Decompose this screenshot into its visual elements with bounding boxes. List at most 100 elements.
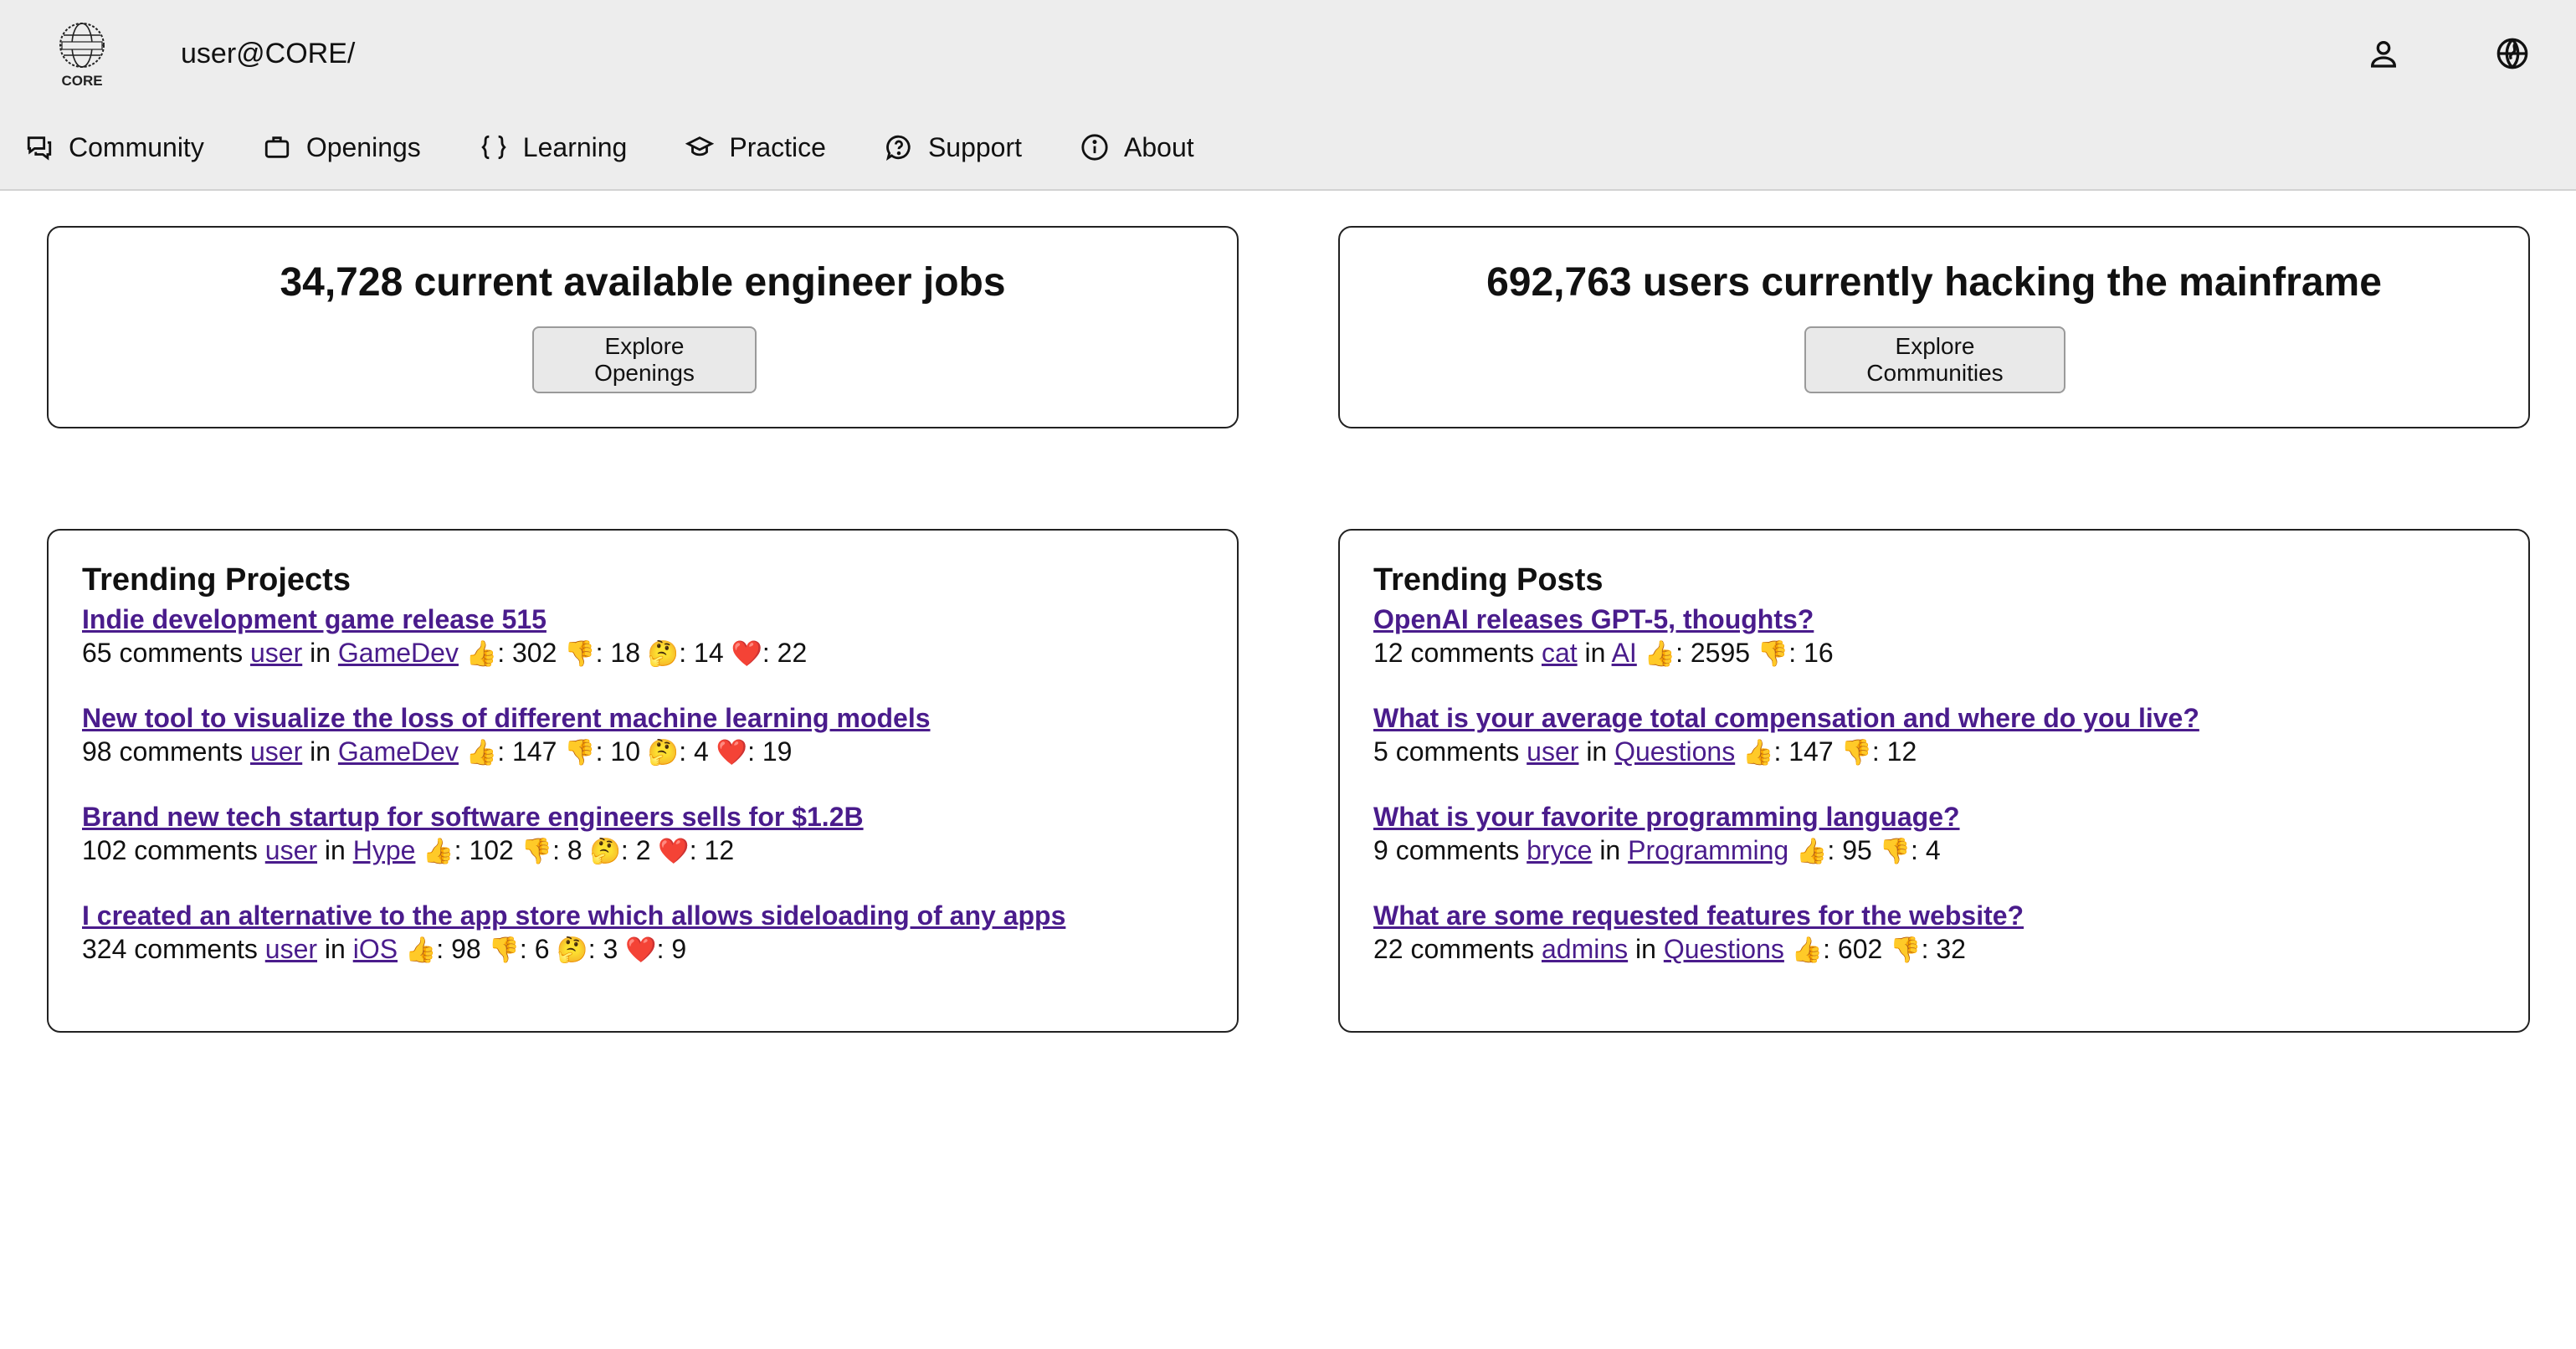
down-count: 6 (534, 934, 550, 964)
author-link[interactable]: cat (1542, 638, 1578, 668)
comment-count: 324 comments (82, 934, 258, 964)
users-count-title: 692,763 users currently hacking the main… (1486, 260, 2382, 305)
thumbs-down-icon: 👎 (1890, 936, 1922, 965)
thumbs-down-icon: 👎 (564, 639, 596, 669)
thumbs-up-icon: 👍 (404, 936, 437, 965)
in-text: in (310, 736, 331, 767)
author-link[interactable]: user (1527, 736, 1578, 767)
community-link[interactable]: iOS (353, 934, 398, 964)
up-count: 2595 (1690, 638, 1751, 668)
jobs-card: 34,728 current available engineer jobs E… (47, 226, 1239, 428)
explore-openings-button[interactable]: Explore Openings (532, 326, 757, 393)
community-link[interactable]: Questions (1664, 934, 1784, 964)
list-item: I created an alternative to the app stor… (82, 899, 1066, 965)
heart-count: 9 (671, 934, 687, 964)
list-item: Indie development game release 515 65 co… (82, 603, 808, 669)
jobs-count-title: 34,728 current available engineer jobs (280, 260, 1006, 305)
community-link[interactable]: GameDev (338, 736, 459, 767)
explore-communities-button[interactable]: Explore Communities (1804, 326, 2065, 393)
thumbs-down-icon: 👎 (521, 837, 553, 866)
thumbs-up-icon: 👍 (1742, 738, 1774, 767)
community-link[interactable]: Questions (1614, 736, 1735, 767)
thumbs-up-icon: 👍 (1644, 639, 1676, 669)
post-title-link[interactable]: What is your favorite programming langua… (1373, 800, 1960, 834)
nav-openings[interactable]: Openings (263, 132, 421, 163)
post-title-link[interactable]: OpenAI releases GPT-5, thoughts? (1373, 603, 1814, 636)
thinking-face-icon: 🤔 (589, 837, 621, 866)
thumbs-down-icon: 👎 (1840, 738, 1872, 767)
down-count: 18 (610, 638, 640, 668)
community-link[interactable]: GameDev (338, 638, 459, 668)
nav-community[interactable]: Community (25, 132, 204, 163)
project-title-link[interactable]: New tool to visualize the loss of differ… (82, 701, 931, 735)
in-text: in (324, 934, 346, 964)
core-logo[interactable]: CORE (50, 18, 114, 89)
up-count: 98 (451, 934, 481, 964)
thumbs-down-icon: 👎 (488, 936, 520, 965)
thumbs-up-icon: 👍 (465, 738, 498, 767)
main-nav: Community Openings Learning Practice Sup… (25, 126, 1253, 169)
thumbs-up-icon: 👍 (423, 837, 454, 866)
list-item: What is your favorite programming langua… (1373, 800, 1960, 866)
thumbs-down-icon: 👎 (1757, 639, 1789, 669)
nav-practice[interactable]: Practice (685, 132, 826, 163)
nav-learning[interactable]: Learning (480, 131, 628, 163)
user-icon[interactable] (2367, 37, 2400, 70)
list-item: What are some requested features for the… (1373, 899, 2024, 965)
author-link[interactable]: user (265, 835, 317, 865)
nav-label: Learning (522, 131, 628, 162)
comment-count: 98 comments (82, 736, 244, 767)
in-text: in (310, 638, 331, 668)
nav-label: Support (927, 131, 1023, 162)
think-count: 2 (635, 835, 651, 865)
up-count: 95 (1842, 835, 1872, 865)
post-title-link[interactable]: What are some requested features for the… (1373, 899, 2024, 932)
in-text: in (1584, 638, 1606, 668)
chat-icon (27, 136, 52, 161)
author-link[interactable]: user (250, 736, 302, 767)
up-count: 147 (1788, 736, 1834, 767)
author-link[interactable]: user (250, 638, 302, 668)
heart-icon: ❤️ (716, 738, 748, 767)
trending-projects-card: Trending Projects Indie development game… (47, 529, 1239, 1033)
nav-about[interactable]: About (1080, 132, 1194, 163)
user-prompt: user@CORE/ (181, 38, 356, 69)
trending-posts-title: Trending Posts (1373, 562, 1604, 598)
briefcase-icon (264, 136, 289, 158)
community-link[interactable]: Programming (1628, 835, 1788, 865)
post-title-link[interactable]: What is your average total compensation … (1373, 701, 2199, 735)
community-link[interactable]: Hype (353, 835, 416, 865)
thumbs-up-icon: 👍 (1791, 936, 1824, 965)
project-title-link[interactable]: Indie development game release 515 (82, 603, 547, 636)
thinking-face-icon: 🤔 (647, 738, 680, 767)
author-link[interactable]: bryce (1527, 835, 1592, 865)
thumbs-down-icon: 👎 (1879, 837, 1911, 866)
project-title-link[interactable]: I created an alternative to the app stor… (82, 899, 1065, 932)
heart-count: 12 (704, 835, 735, 865)
heart-icon: ❤️ (658, 837, 690, 866)
down-count: 12 (1886, 736, 1917, 767)
nav-label: Community (69, 131, 204, 162)
nav-label: Practice (729, 131, 826, 162)
list-item: Brand new tech startup for software engi… (82, 800, 864, 866)
users-card: 692,763 users currently hacking the main… (1338, 226, 2530, 428)
author-link[interactable]: user (265, 934, 317, 964)
nav-label: About (1124, 131, 1194, 162)
community-link[interactable]: AI (1612, 638, 1637, 668)
author-link[interactable]: admins (1542, 934, 1628, 964)
think-count: 4 (694, 736, 709, 767)
project-title-link[interactable]: Brand new tech startup for software engi… (82, 800, 864, 834)
comment-count: 65 comments (82, 638, 244, 668)
trending-projects-title: Trending Projects (82, 562, 351, 598)
globe-icon[interactable] (2496, 37, 2529, 70)
trending-posts-card: Trending Posts OpenAI releases GPT-5, th… (1338, 529, 2530, 1033)
up-count: 102 (469, 835, 514, 865)
up-count: 602 (1837, 934, 1883, 964)
list-item: What is your average total compensation … (1373, 701, 2199, 767)
heart-icon: ❤️ (625, 936, 657, 965)
up-count: 302 (511, 638, 557, 668)
comment-count: 9 comments (1373, 835, 1520, 865)
list-item: OpenAI releases GPT-5, thoughts? 12 comm… (1373, 603, 1834, 669)
heart-count: 19 (762, 736, 793, 767)
nav-support[interactable]: Support (885, 132, 1022, 163)
